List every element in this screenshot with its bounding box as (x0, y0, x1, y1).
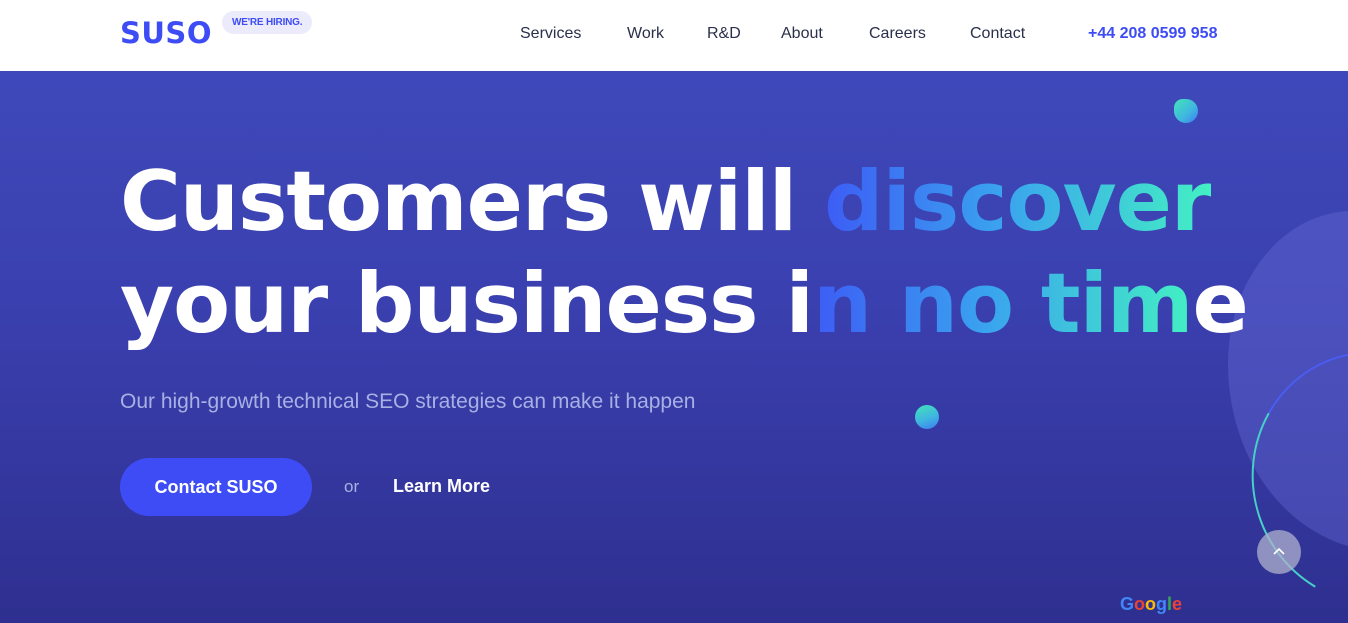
hero-headline: Customers will discover your business in… (120, 151, 1249, 355)
headline-line2-plain: your business i (120, 255, 814, 352)
chevron-up-icon (1273, 547, 1285, 555)
nav-work[interactable]: Work (627, 23, 664, 45)
headline-line1-plain: Customers will (120, 153, 825, 250)
google-partner-badge: Google (1120, 593, 1182, 615)
or-separator: or (344, 477, 360, 496)
google-letter: o (1134, 594, 1146, 614)
headline-line1-highlight: discover (824, 153, 1212, 250)
contact-suso-button[interactable]: Contact SUSO (120, 458, 312, 516)
google-letter: g (1156, 594, 1168, 614)
nav-contact[interactable]: Contact (970, 23, 1025, 45)
decorative-dot-top (1174, 99, 1198, 123)
scroll-to-top-button[interactable] (1257, 530, 1301, 574)
learn-more-link[interactable]: Learn More (393, 474, 490, 498)
google-letter: e (1172, 594, 1183, 614)
headline-line2-highlight: n no tim (812, 255, 1194, 352)
google-letter: G (1120, 594, 1135, 614)
site-header: SUSO WE'RE HIRING. Services Work R&D Abo… (0, 0, 1348, 71)
hero-subheading: Our high-growth technical SEO strategies… (120, 390, 696, 413)
nav-about[interactable]: About (781, 23, 823, 45)
hero-section: Customers will discover your business in… (0, 71, 1348, 623)
nav-rnd[interactable]: R&D (707, 23, 741, 45)
decorative-dot-middle (915, 405, 939, 429)
headline-line2-end: e (1192, 255, 1249, 352)
nav-careers[interactable]: Careers (869, 23, 926, 45)
google-letter: o (1145, 594, 1157, 614)
nav-services[interactable]: Services (520, 23, 581, 45)
phone-link[interactable]: +44 208 0599 958 (1088, 23, 1217, 45)
